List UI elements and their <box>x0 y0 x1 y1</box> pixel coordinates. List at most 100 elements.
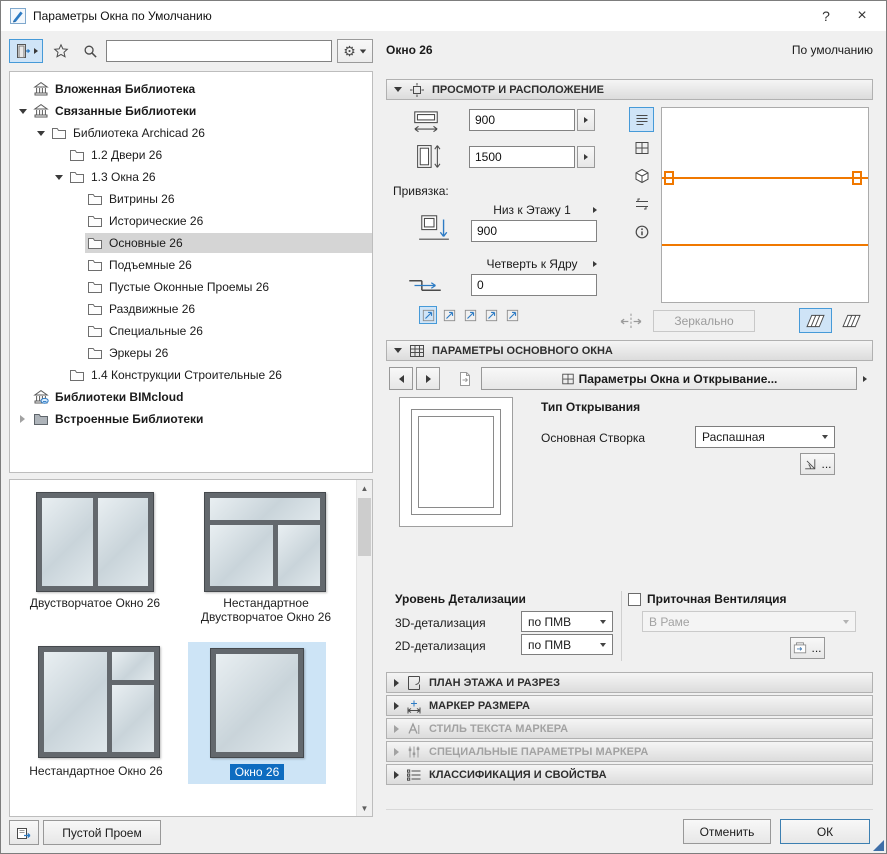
empty-opening-button[interactable]: Пустой Проем <box>43 820 161 845</box>
thumb-image-custom-window[interactable] <box>38 646 160 758</box>
detail-2d-select[interactable]: по ПМВ <box>521 634 613 655</box>
thumb-image-custom-double-window[interactable] <box>204 492 326 592</box>
library-search-input[interactable] <box>106 40 332 62</box>
anchor-icon <box>464 309 477 322</box>
preview-mode-strip <box>629 107 654 244</box>
thumb-label[interactable]: Нестандартное Двустворчатое Окно 26 <box>186 596 346 624</box>
main-sash-select[interactable]: Распашная <box>695 426 835 448</box>
tree-item-embedded-library[interactable]: Вложенная Библиотека <box>10 78 372 100</box>
parameters-section-icon <box>409 343 425 359</box>
vent-checkbox[interactable] <box>628 593 641 606</box>
tree-item-windows[interactable]: 1.3 Окна 26 <box>10 166 372 188</box>
tree-item-historic[interactable]: Исторические 26 <box>10 210 372 232</box>
favorites-button[interactable] <box>48 39 74 63</box>
thumb-label[interactable]: Двустворчатое Окно 26 <box>14 596 176 610</box>
width-input[interactable] <box>469 109 575 131</box>
tree-item-sliding[interactable]: Раздвижные 26 <box>10 298 372 320</box>
anchor-preset-5[interactable] <box>503 306 521 324</box>
tree-item-doors[interactable]: 1.2 Двери 26 <box>10 144 372 166</box>
section-main-window-parameters[interactable]: ПАРАМЕТРЫ ОСНОВНОГО ОКНА <box>386 340 873 361</box>
section-floor-plan-and-section[interactable]: ПЛАН ЭТАЖА И РАЗРЕЗ <box>386 672 873 693</box>
anchor-preset-1[interactable] <box>419 306 437 324</box>
object-type-button[interactable] <box>9 39 43 63</box>
thumbnail-scrollbar[interactable]: ▲ ▼ <box>356 480 372 816</box>
preview-tab-section[interactable] <box>629 191 654 216</box>
preview-tab-info[interactable] <box>629 219 654 244</box>
expand-arrow-icon[interactable] <box>32 131 49 136</box>
tree-item-label: Витрины 26 <box>105 192 179 206</box>
anchor-preset-2[interactable] <box>440 306 458 324</box>
thumb-label-selected[interactable]: Окно 26 <box>188 765 326 779</box>
anchor-preset-3[interactable] <box>461 306 479 324</box>
parameter-page-selector[interactable]: Параметры Окна и Открывание... <box>481 367 857 390</box>
height-flyout-button[interactable] <box>577 146 595 168</box>
expand-arrow-icon[interactable] <box>14 109 31 114</box>
thumbnail-browser[interactable]: Двустворчатое Окно 26 Нестандартное Двус… <box>9 479 373 817</box>
tree-item-constructions[interactable]: 1.4 Конструкции Строительные 26 <box>10 364 372 386</box>
help-button[interactable]: ? <box>810 1 842 31</box>
preview-tab-3d[interactable] <box>629 163 654 188</box>
library-icon <box>31 81 51 97</box>
detail-3d-select[interactable]: по ПМВ <box>521 611 613 632</box>
transfer-settings-button[interactable] <box>9 820 39 845</box>
tree-item-linked-libraries[interactable]: Связанные Библиотеки <box>10 100 372 122</box>
scroll-down-icon[interactable]: ▼ <box>357 800 372 816</box>
bottom-anchor-input[interactable] <box>471 220 597 242</box>
tree-item-special[interactable]: Специальные 26 <box>10 320 372 342</box>
bimcloud-library-icon <box>31 389 51 405</box>
section-preview-placement[interactable]: ПРОСМОТР И РАСПОЛОЖЕНИЕ <box>386 79 873 100</box>
page-selector-arrow-button[interactable] <box>857 367 873 390</box>
flip-left-button[interactable] <box>799 308 832 333</box>
classification-list-icon <box>406 767 422 783</box>
anchor-icon <box>443 309 456 322</box>
mirror-arrows-icon[interactable] <box>617 312 645 331</box>
thumb-image-window-26-selected[interactable] <box>210 648 304 758</box>
vent-location-select[interactable]: В Раме <box>642 611 856 632</box>
height-input[interactable] <box>469 146 575 168</box>
bottom-anchor-selector[interactable]: Низ к Этажу 1 <box>471 202 597 218</box>
page-prev-button[interactable] <box>389 367 413 390</box>
placement-preview[interactable] <box>661 107 869 303</box>
library-tree[interactable]: Вложенная Библиотека Связанные Библиотек… <box>9 71 373 473</box>
section-dimension-marker[interactable]: МАРКЕР РАЗМЕРА <box>386 695 873 716</box>
tree-item-empty-openings[interactable]: Пустые Оконные Проемы 26 <box>10 276 372 298</box>
thumb-label[interactable]: Нестандартное Окно 26 <box>16 764 176 778</box>
reveal-anchor-selector[interactable]: Четверть к Ядру <box>471 256 597 272</box>
tree-item-lifting[interactable]: Подъемные 26 <box>10 254 372 276</box>
tree-item-basic-selected[interactable]: Основные 26 <box>10 232 372 254</box>
close-button[interactable]: × <box>846 1 878 31</box>
title-bar[interactable]: Параметры Окна по Умолчанию <box>1 1 886 31</box>
thumb-image-double-window[interactable] <box>36 492 154 592</box>
anchor-preset-4[interactable] <box>482 306 500 324</box>
vent-settings-button[interactable]: ... <box>790 637 825 659</box>
transfer-settings-icon <box>16 825 32 841</box>
scrollbar-thumb[interactable] <box>358 498 371 556</box>
grid-icon <box>561 372 575 386</box>
tree-item-archicad-library[interactable]: Библиотека Archicad 26 <box>10 122 372 144</box>
width-flyout-button[interactable] <box>577 109 595 131</box>
collapse-arrow-icon[interactable] <box>14 415 31 423</box>
section-marker-text-style[interactable]: СТИЛЬ ТЕКСТА МАРКЕРА <box>386 718 873 739</box>
resize-grip[interactable] <box>873 840 884 851</box>
transfer-parameters-button[interactable] <box>451 367 478 390</box>
page-next-button[interactable] <box>416 367 440 390</box>
ok-button[interactable]: ОК <box>780 819 870 844</box>
expand-arrow-icon[interactable] <box>50 175 67 180</box>
mirror-button[interactable]: Зеркально <box>653 310 755 332</box>
settings-menu-button[interactable]: ⚙ <box>337 39 373 63</box>
opening-angle-button[interactable]: ... <box>800 453 835 475</box>
preview-tab-elevation[interactable] <box>629 135 654 160</box>
tree-item-bimcloud[interactable]: Библиотеки BIMcloud <box>10 386 372 408</box>
scroll-up-icon[interactable]: ▲ <box>357 480 372 496</box>
section-classification-properties[interactable]: КЛАССИФИКАЦИЯ И СВОЙСТВА <box>386 764 873 785</box>
tree-item-vitrines[interactable]: Витрины 26 <box>10 188 372 210</box>
preview-tab-plan[interactable] <box>629 107 654 132</box>
reveal-anchor-input[interactable] <box>471 274 597 296</box>
anchor-flyout-icon <box>593 261 597 267</box>
tree-item-bay[interactable]: Эркеры 26 <box>10 342 372 364</box>
section-special-marker-parameters[interactable]: СПЕЦИАЛЬНЫЕ ПАРАМЕТРЫ МАРКЕРА <box>386 741 873 762</box>
cancel-button[interactable]: Отменить <box>683 819 771 844</box>
tree-item-builtin-libraries[interactable]: Встроенные Библиотеки <box>10 408 372 430</box>
folder-icon <box>49 125 69 141</box>
flip-right-button[interactable] <box>835 308 868 333</box>
